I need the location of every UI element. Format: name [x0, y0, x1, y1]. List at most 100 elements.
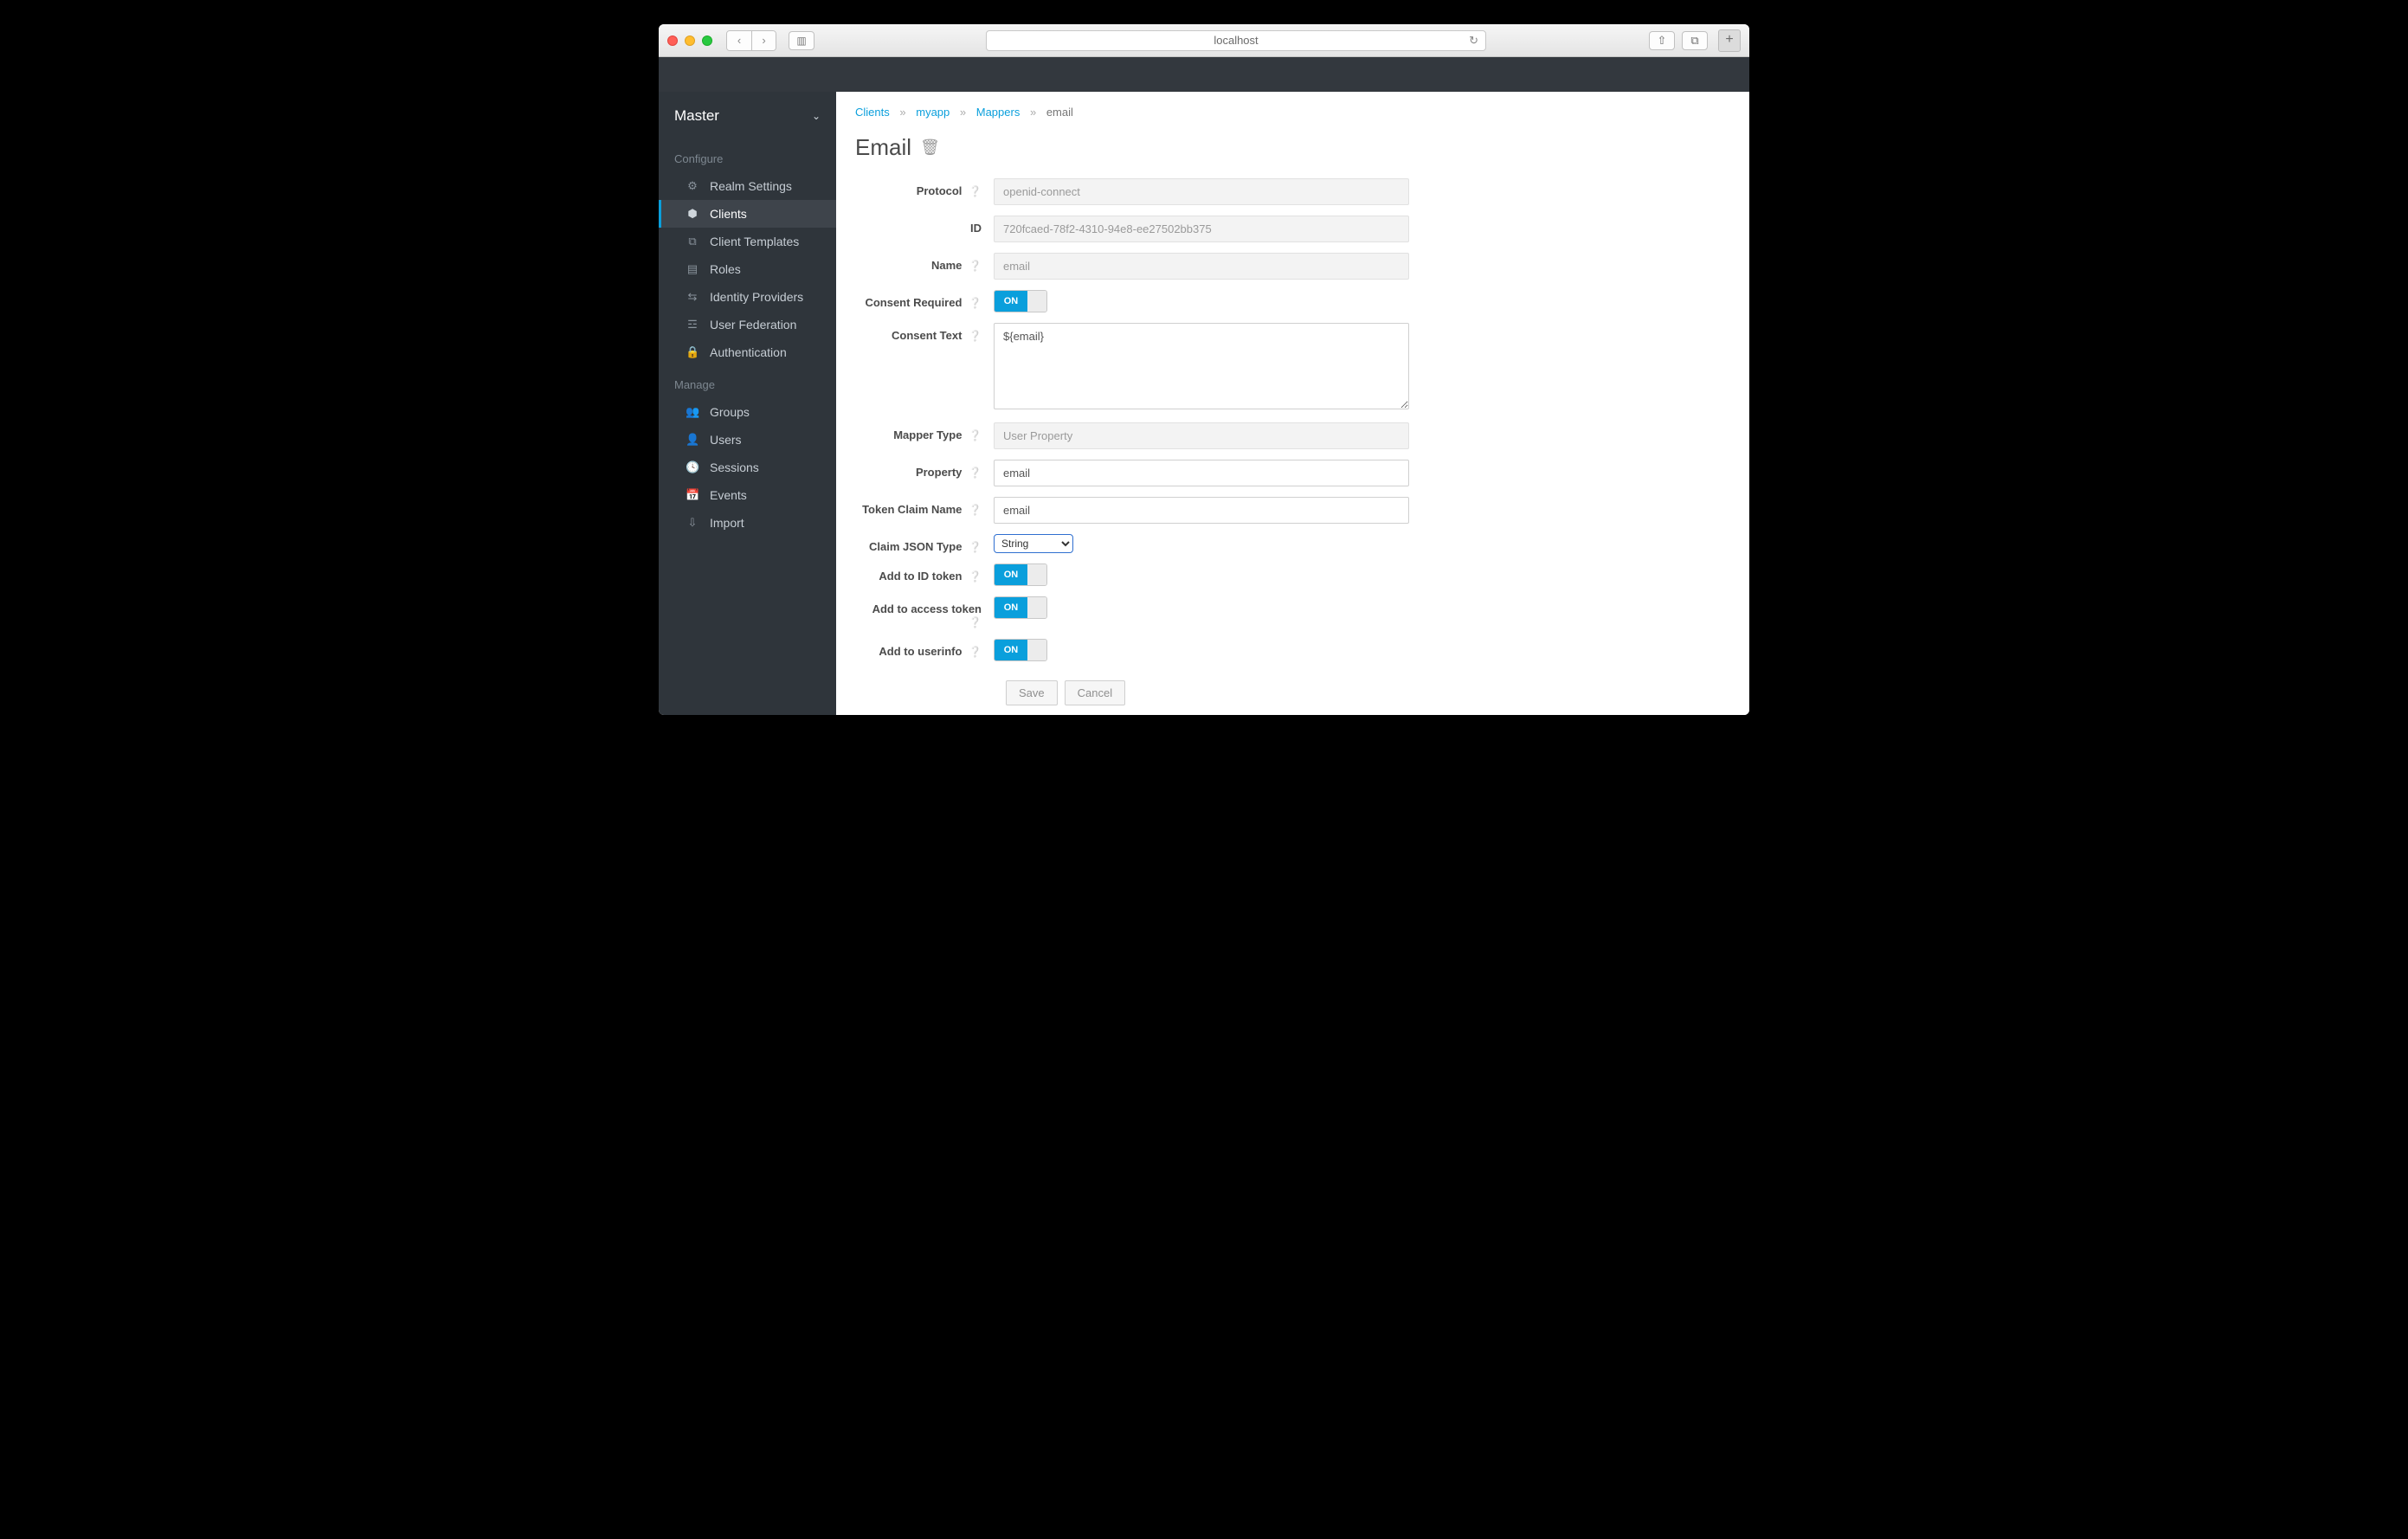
app-topbar	[659, 57, 1749, 92]
sidebar-item-sessions[interactable]: 🕓 Sessions	[659, 454, 836, 481]
sidebar-item-authentication[interactable]: 🔒 Authentication	[659, 338, 836, 366]
sidebar-item-groups[interactable]: 👥 Groups	[659, 398, 836, 426]
browser-window: ‹ › ▥ localhost ↻ ⇧ ⧉ + Master ⌄	[659, 24, 1749, 715]
sidebar-item-identity-providers[interactable]: ⇆ Identity Providers	[659, 283, 836, 311]
realm-selector[interactable]: Master ⌄	[659, 92, 836, 140]
cubes-icon: ⧉	[686, 235, 699, 248]
sidebar-item-label: Events	[710, 488, 747, 502]
breadcrumb: Clients » myapp » Mappers » email	[855, 106, 1730, 119]
help-icon[interactable]: ❔	[969, 260, 982, 272]
cancel-button[interactable]: Cancel	[1065, 680, 1125, 705]
sidebar-item-events[interactable]: 📅 Events	[659, 481, 836, 509]
toggle-off-segment	[1027, 640, 1046, 660]
cube-icon: ⬢	[686, 207, 699, 221]
help-icon[interactable]: ❔	[969, 504, 982, 516]
label-consent-text: Consent Text ❔	[855, 323, 994, 342]
share-button[interactable]: ⇧	[1649, 31, 1675, 50]
toggle-on-label: ON	[995, 291, 1027, 312]
help-icon[interactable]: ❔	[969, 541, 982, 553]
protocol-value: openid-connect	[994, 178, 1409, 205]
database-icon: ☲	[686, 318, 699, 332]
help-icon[interactable]: ❔	[969, 429, 982, 441]
minimize-window-button[interactable]	[685, 35, 695, 46]
sidebar-item-user-federation[interactable]: ☲ User Federation	[659, 311, 836, 338]
lock-icon: 🔒	[686, 345, 699, 359]
toggle-on-label: ON	[995, 640, 1027, 660]
sidebar-item-client-templates[interactable]: ⧉ Client Templates	[659, 228, 836, 255]
mapper-form: Protocol ❔ openid-connect ID 720fcaed-78…	[855, 178, 1669, 705]
group-icon: 👥	[686, 405, 699, 419]
help-icon[interactable]: ❔	[969, 570, 982, 583]
help-icon[interactable]: ❔	[969, 185, 982, 197]
sliders-icon: ⚙	[686, 179, 699, 193]
sidebar-toggle-button[interactable]: ▥	[789, 31, 814, 50]
delete-mapper-button[interactable]: 🗑	[920, 138, 940, 157]
reload-icon[interactable]: ↻	[1469, 34, 1478, 48]
help-icon[interactable]: ❔	[969, 616, 982, 628]
user-icon: 👤	[686, 433, 699, 447]
sidebar-item-label: Clients	[710, 207, 747, 221]
new-tab-button[interactable]: +	[1718, 29, 1741, 52]
breadcrumb-clients[interactable]: Clients	[855, 106, 890, 119]
page-title: Email	[855, 134, 911, 161]
chevron-down-icon: ⌄	[812, 110, 821, 122]
toggle-on-label: ON	[995, 564, 1027, 585]
nav-buttons: ‹ ›	[726, 30, 776, 51]
label-property: Property ❔	[855, 460, 994, 479]
toggle-off-segment	[1027, 291, 1046, 312]
sidebar-item-label: Groups	[710, 405, 750, 419]
toggle-off-segment	[1027, 564, 1046, 585]
sidebar-item-label: User Federation	[710, 318, 796, 332]
property-input[interactable]	[994, 460, 1409, 486]
sidebar-item-roles[interactable]: ▤ Roles	[659, 255, 836, 283]
toggle-off-segment	[1027, 597, 1046, 618]
sidebar-item-label: Authentication	[710, 345, 787, 359]
sidebar-item-clients[interactable]: ⬢ Clients	[659, 200, 836, 228]
sidebar-item-import[interactable]: ⇩ Import	[659, 509, 836, 537]
consent-text-input[interactable]	[994, 323, 1409, 409]
label-mapper-type: Mapper Type ❔	[855, 422, 994, 441]
back-button[interactable]: ‹	[727, 31, 751, 50]
titlebar: ‹ › ▥ localhost ↻ ⇧ ⧉ +	[659, 24, 1749, 57]
calendar-icon: 📅	[686, 488, 699, 502]
help-icon[interactable]: ❔	[969, 297, 982, 309]
scrollbar[interactable]	[1743, 92, 1749, 715]
add-to-userinfo-toggle[interactable]: ON	[994, 639, 1047, 661]
mapper-type-value: User Property	[994, 422, 1409, 449]
token-claim-name-input[interactable]	[994, 497, 1409, 524]
sidebar-item-label: Client Templates	[710, 235, 799, 248]
claim-json-type-select[interactable]: String	[994, 534, 1073, 553]
label-token-claim-name: Token Claim Name ❔	[855, 497, 994, 516]
maximize-window-button[interactable]	[702, 35, 712, 46]
titlebar-right: ⇧ ⧉ +	[1649, 29, 1741, 52]
breadcrumb-client[interactable]: myapp	[916, 106, 950, 119]
sidebar-item-realm-settings[interactable]: ⚙ Realm Settings	[659, 172, 836, 200]
breadcrumb-sep: »	[1030, 106, 1036, 119]
help-icon[interactable]: ❔	[969, 330, 982, 342]
realm-name: Master	[674, 107, 719, 125]
address-bar[interactable]: localhost ↻	[986, 30, 1486, 51]
sidebar-item-label: Users	[710, 433, 742, 447]
close-window-button[interactable]	[667, 35, 678, 46]
import-icon: ⇩	[686, 516, 699, 530]
save-button[interactable]: Save	[1006, 680, 1058, 705]
label-id: ID	[855, 216, 994, 235]
sidebar-item-users[interactable]: 👤 Users	[659, 426, 836, 454]
tabs-button[interactable]: ⧉	[1682, 31, 1708, 50]
breadcrumb-sep: »	[899, 106, 905, 119]
help-icon[interactable]: ❔	[969, 467, 982, 479]
help-icon[interactable]: ❔	[969, 646, 982, 658]
breadcrumb-mappers[interactable]: Mappers	[976, 106, 1021, 119]
section-configure: Configure	[659, 140, 836, 172]
list-icon: ▤	[686, 262, 699, 276]
add-to-access-token-toggle[interactable]: ON	[994, 596, 1047, 619]
add-to-id-token-toggle[interactable]: ON	[994, 563, 1047, 586]
forward-button[interactable]: ›	[751, 31, 776, 50]
sidebar-item-label: Sessions	[710, 460, 759, 474]
label-consent-required: Consent Required ❔	[855, 290, 994, 309]
content-area: Clients » myapp » Mappers » email Email …	[836, 92, 1749, 715]
breadcrumb-sep: »	[960, 106, 966, 119]
sidebar: Master ⌄ Configure ⚙ Realm Settings ⬢ Cl…	[659, 92, 836, 715]
sidebar-item-label: Roles	[710, 262, 741, 276]
consent-required-toggle[interactable]: ON	[994, 290, 1047, 312]
